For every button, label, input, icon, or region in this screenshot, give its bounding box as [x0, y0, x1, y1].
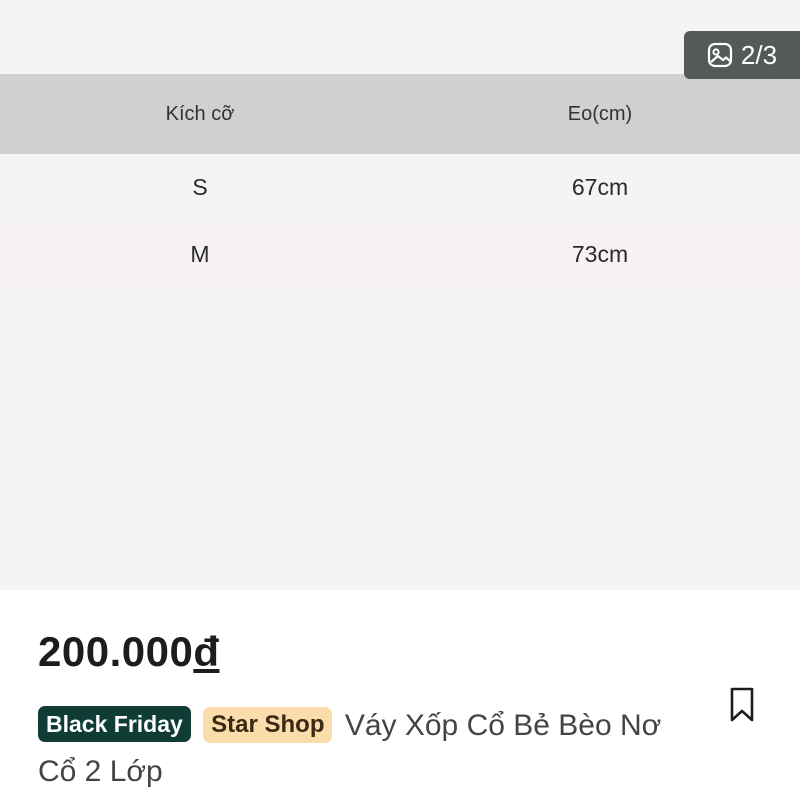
waist-cell: 67cm: [571, 174, 629, 200]
product-price: 200.000đ: [38, 628, 219, 676]
table-row: M 73cm: [0, 221, 800, 288]
image-counter-text: 2/3: [740, 39, 778, 70]
price-amount: 200.000: [38, 628, 194, 675]
image-gallery-icon: [707, 42, 733, 68]
black-friday-badge: Black Friday: [38, 706, 191, 742]
size-table-header: Kích cỡ Eo(cm): [0, 74, 800, 154]
size-chart-table: Kích cỡ Eo(cm) S 67cm M 73cm: [0, 74, 800, 288]
size-cell: M: [190, 241, 210, 267]
product-title-block: Black Friday Star Shop Váy Xốp Cổ Bẻ Bèo…: [38, 703, 708, 795]
product-page: 2/3 Kích cỡ Eo(cm) S 67cm M 73cm 200.000…: [0, 0, 800, 800]
price-currency: đ: [193, 628, 220, 675]
table-row: S 67cm: [0, 154, 800, 221]
waist-cell: 73cm: [571, 241, 629, 267]
image-counter: 2/3: [684, 31, 800, 79]
header-waist: Eo(cm): [567, 102, 633, 125]
size-cell: S: [192, 174, 208, 200]
product-image-viewer[interactable]: 2/3 Kích cỡ Eo(cm) S 67cm M 73cm: [0, 0, 800, 590]
bookmark-icon[interactable]: [726, 686, 758, 724]
header-size: Kích cỡ: [165, 102, 235, 125]
shop-badge: Star Shop: [203, 707, 333, 743]
